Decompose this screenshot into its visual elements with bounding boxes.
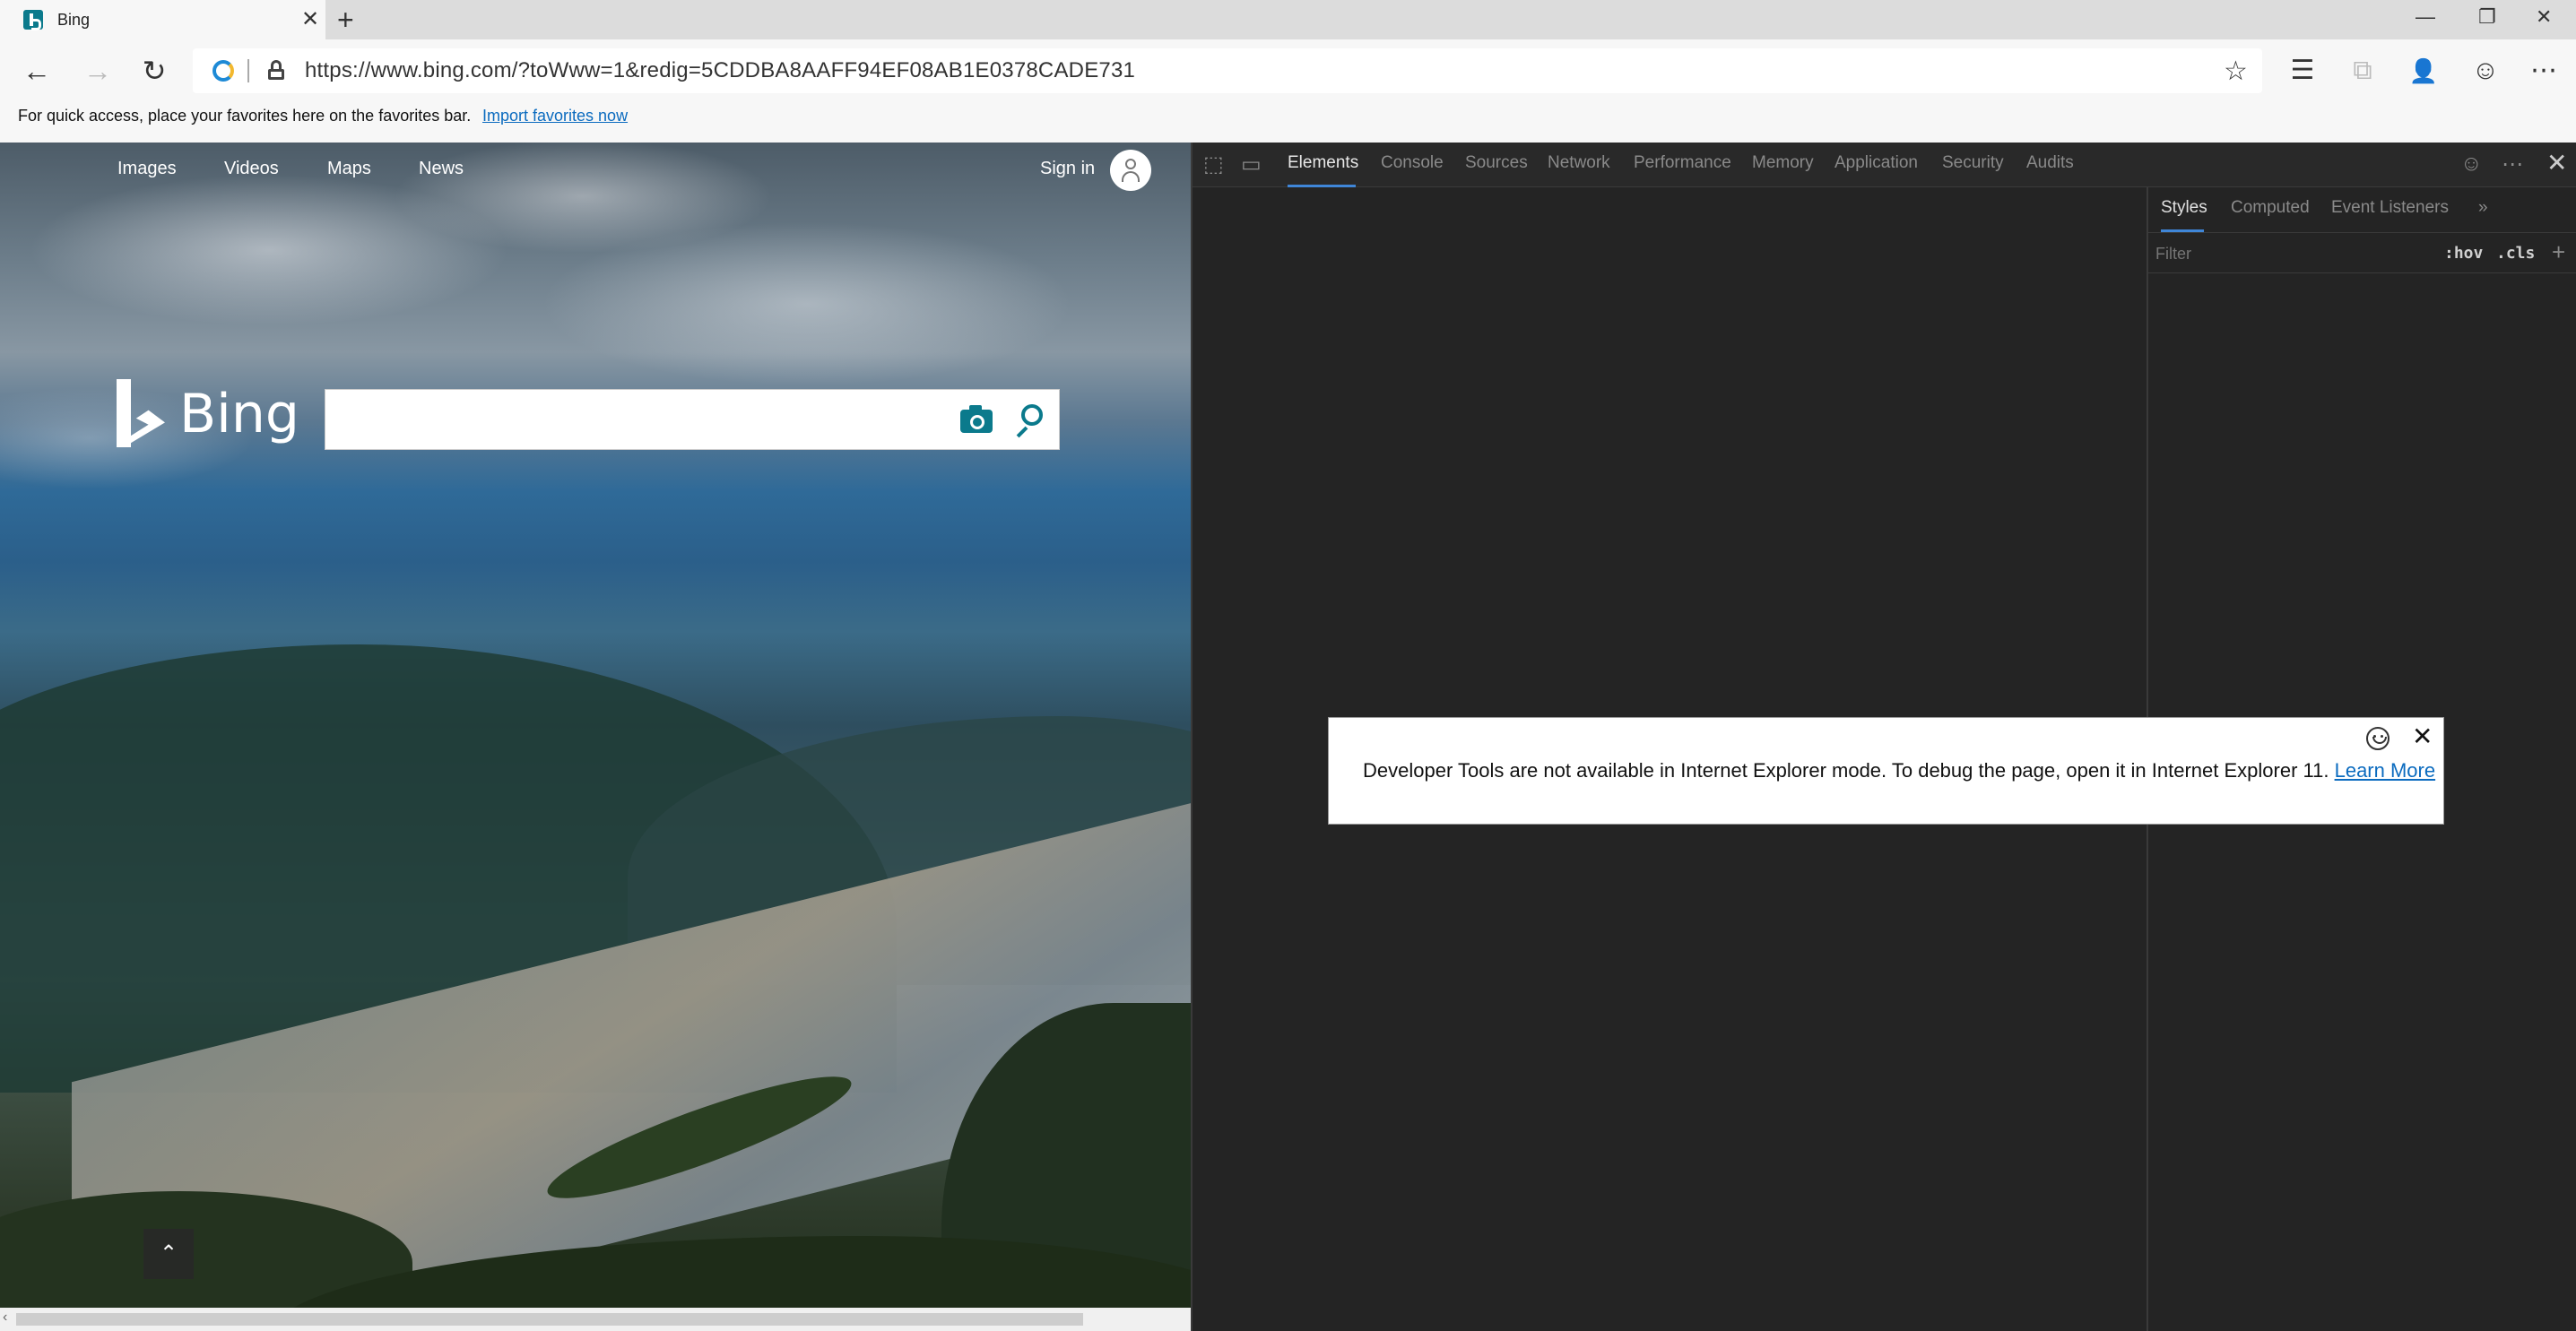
bing-logo-text: Bing: [179, 383, 299, 445]
scroll-left-arrow-icon[interactable]: ‹: [3, 1309, 7, 1326]
tab-title: Bing: [57, 10, 91, 29]
background-sky: [0, 143, 1191, 555]
bing-logo[interactable]: Bing: [117, 379, 299, 451]
device-emulation-icon[interactable]: ▭: [1241, 151, 1262, 177]
tab-performance[interactable]: Performance: [1634, 153, 1731, 173]
feedback-smiley-icon[interactable]: ☺: [2467, 52, 2504, 90]
more-tabs-chevron-icon[interactable]: »: [2478, 198, 2488, 218]
restore-button[interactable]: ❐: [2478, 5, 2496, 29]
tab-console[interactable]: Console: [1381, 153, 1444, 173]
notice-message-line: Developer Tools are not available in Int…: [1363, 759, 2435, 782]
notice-feedback-smiley-icon[interactable]: [2366, 727, 2390, 750]
window-close-button[interactable]: ✕: [2536, 5, 2552, 29]
tab-sources[interactable]: Sources: [1465, 153, 1528, 173]
navigation-bar: ← → ↻ https://www.bing.com/?toWww=1&redi…: [0, 39, 2576, 102]
settings-more-icon[interactable]: ⋯: [2525, 52, 2563, 90]
tab-bing[interactable]: Bing ✕: [0, 0, 325, 39]
inspect-element-icon[interactable]: ⬚: [1203, 151, 1224, 177]
tab-strip: Bing ✕ + — ❐ ✕: [0, 0, 2576, 39]
sign-in-link[interactable]: Sign in: [1040, 159, 1095, 179]
refresh-button[interactable]: ↻: [135, 52, 173, 90]
tab-event-listeners[interactable]: Event Listeners: [2331, 198, 2449, 218]
tab-network[interactable]: Network: [1548, 153, 1610, 173]
tab-security[interactable]: Security: [1942, 153, 2004, 173]
avatar-icon[interactable]: [1110, 150, 1151, 191]
devtools-feedback-icon[interactable]: ☺: [2460, 151, 2483, 177]
active-tab-indicator: [1288, 185, 1356, 187]
styles-filter-row: :hov .cls +: [2148, 232, 2576, 273]
visual-search-camera-icon[interactable]: [960, 405, 993, 433]
bing-favicon-icon: [23, 10, 43, 30]
devtools-more-icon[interactable]: ⋯: [2502, 151, 2523, 177]
tab-close-icon[interactable]: ✕: [301, 9, 319, 30]
profile-icon[interactable]: 👤: [2405, 52, 2442, 90]
devtools-toolbar: ⬚ ▭ Elements Console Sources Network Per…: [1193, 143, 2576, 187]
scroll-up-button[interactable]: ⌃: [143, 1229, 194, 1279]
import-favorites-link[interactable]: Import favorites now: [482, 107, 628, 125]
learn-more-link[interactable]: Learn More: [2335, 759, 2436, 782]
tab-memory[interactable]: Memory: [1752, 153, 1814, 173]
add-favorite-star-icon[interactable]: ☆: [2224, 56, 2248, 87]
hov-toggle[interactable]: :hov: [2444, 244, 2483, 263]
search-icon[interactable]: [1010, 402, 1046, 438]
tab-application[interactable]: Application: [1834, 153, 1918, 173]
nav-images-link[interactable]: Images: [117, 159, 177, 179]
tab-computed[interactable]: Computed: [2231, 198, 2310, 218]
horizontal-scrollbar-thumb[interactable]: [16, 1313, 1083, 1326]
browser-window: Bing ✕ + — ❐ ✕ ← → ↻ https://www.bing.co…: [0, 0, 2576, 1331]
new-style-rule-button[interactable]: +: [2552, 238, 2565, 266]
favorites-bar-message: For quick access, place your favorites h…: [18, 107, 472, 125]
nav-news-link[interactable]: News: [419, 159, 464, 179]
notice-message: Developer Tools are not available in Int…: [1363, 759, 2329, 782]
lock-icon[interactable]: [267, 60, 285, 80]
address-separator: [247, 59, 249, 82]
nav-maps-link[interactable]: Maps: [327, 159, 371, 179]
nav-videos-link[interactable]: Videos: [224, 159, 279, 179]
collections-icon[interactable]: ⧉: [2344, 52, 2381, 90]
back-button[interactable]: ←: [18, 52, 56, 90]
horizontal-scrollbar[interactable]: ‹: [0, 1308, 1191, 1331]
minimize-button[interactable]: —: [2416, 5, 2435, 29]
internet-explorer-icon[interactable]: [212, 60, 234, 82]
forward-button[interactable]: →: [79, 52, 117, 90]
bing-logo-mark: [117, 379, 131, 447]
cls-toggle[interactable]: .cls: [2496, 244, 2535, 263]
tab-audits[interactable]: Audits: [2026, 153, 2074, 173]
favorites-bar: For quick access, place your favorites h…: [0, 102, 2576, 143]
search-box: [325, 389, 1060, 450]
new-tab-button[interactable]: +: [337, 5, 354, 34]
bing-homepage: Images Videos Maps News Sign in Bing ⌃: [0, 143, 1191, 1308]
styles-filter-input[interactable]: [2155, 241, 2424, 266]
tab-elements[interactable]: Elements: [1288, 153, 1358, 173]
notice-close-icon[interactable]: ✕: [2412, 722, 2433, 751]
url-text[interactable]: https://www.bing.com/?toWww=1&redig=5CDD…: [305, 58, 1135, 83]
favorites-icon[interactable]: ☰: [2284, 52, 2321, 90]
address-bar[interactable]: https://www.bing.com/?toWww=1&redig=5CDD…: [193, 48, 2262, 93]
search-input[interactable]: [334, 399, 935, 440]
tab-styles[interactable]: Styles: [2161, 198, 2207, 218]
devtools-close-icon[interactable]: ✕: [2546, 148, 2567, 177]
ie-mode-notice: ✕ Developer Tools are not available in I…: [1328, 717, 2444, 825]
